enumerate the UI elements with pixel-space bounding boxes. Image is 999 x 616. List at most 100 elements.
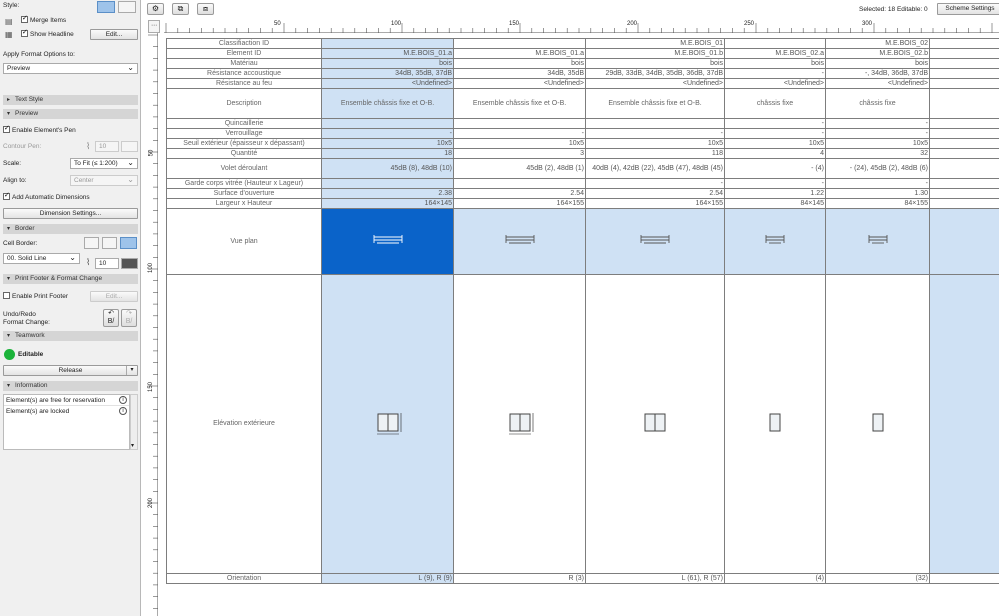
schedule-cell[interactable]: 2.38 [321, 188, 454, 199]
schedule-cell-empty[interactable] [929, 68, 999, 79]
schedule-cell[interactable]: - [585, 178, 725, 189]
schedule-cell[interactable]: 45dB (2), 48dB (1) [453, 158, 586, 179]
style-table-option[interactable] [97, 1, 115, 13]
schedule-cell[interactable]: - [321, 128, 454, 139]
border-pen-field[interactable]: 10 [95, 258, 119, 269]
schedule-row-volet[interactable]: Volet déroulant 45dB (8), 48dB (10) 45dB (… [166, 158, 999, 179]
schedule-cell[interactable] [321, 208, 454, 275]
schedule-cell[interactable] [724, 208, 826, 275]
text-style-section[interactable]: Text Style [3, 95, 138, 105]
border-outer-option[interactable] [102, 237, 117, 249]
schedule-row-quincaillerie[interactable]: Quincaillerie - - [166, 118, 999, 129]
dimension-settings-button[interactable]: Dimension Settings... [3, 208, 138, 219]
schedule-cell[interactable]: 10x5 [724, 138, 826, 149]
schedule-cell[interactable] [825, 274, 930, 574]
schedule-cell[interactable]: - [825, 128, 930, 139]
schedule-cell[interactable]: -, 34dB, 36dB, 37dB [825, 68, 930, 79]
schedule-cell[interactable]: 84×155 [825, 198, 930, 209]
fit-view-button[interactable]: ⧉ [172, 3, 189, 15]
schedule-cell[interactable]: 164×155 [585, 198, 725, 209]
scale-select[interactable]: To Fit (≤ 1:200) [70, 158, 138, 169]
zoom-button[interactable]: ⧈ [197, 3, 214, 15]
schedule-cell[interactable]: 10x5 [585, 138, 725, 149]
schedule-cell[interactable]: 118 [585, 148, 725, 159]
schedule-cell[interactable]: Ensemble châssis fixe et O-B. [453, 88, 586, 119]
headline-edit-button[interactable]: Edit... [90, 29, 138, 40]
release-button[interactable]: Release ▾ [3, 365, 138, 376]
schedule-cell[interactable]: 18 [321, 148, 454, 159]
schedule-cell[interactable] [724, 274, 826, 574]
redo-format-button[interactable]: ↷ B/ [121, 309, 137, 327]
schedule-cell[interactable]: L (61), R (57) [585, 573, 725, 584]
information-section[interactable]: Information [3, 381, 138, 391]
schedule-cell[interactable]: <Undefined> [724, 78, 826, 89]
schedule-cell[interactable] [453, 208, 586, 275]
schedule-cell[interactable]: - [585, 128, 725, 139]
schedule-cell[interactable]: 34dB, 35dB, 37dB [321, 68, 454, 79]
schedule-cell[interactable]: - [724, 118, 826, 129]
schedule-row-seuil[interactable]: Seuil extérieur (épaisseur x dépassant) 1… [166, 138, 999, 149]
info-icon[interactable]: i [119, 407, 127, 415]
schedule-row-description[interactable]: Description Ensemble châssis fixe et O-B.… [166, 88, 999, 119]
schedule-row-verrouillage[interactable]: Verrouillage - - - - - [166, 128, 999, 139]
schedule-cell[interactable]: 10x5 [453, 138, 586, 149]
schedule-cell-empty[interactable] [929, 88, 999, 119]
schedule-cell[interactable]: (4) [724, 573, 826, 584]
line-type-select[interactable]: 00. Solid Line [3, 253, 80, 264]
schedule-cell[interactable]: 84×145 [724, 198, 826, 209]
schedule-cell[interactable]: 3 [453, 148, 586, 159]
schedule-cell-empty[interactable] [929, 38, 999, 49]
teamwork-section[interactable]: Teamwork [3, 331, 138, 341]
schedule-cell[interactable]: L (9), R (9) [321, 573, 454, 584]
schedule-cell[interactable]: châssis fixe [825, 88, 930, 119]
schedule-cell[interactable]: - [453, 128, 586, 139]
scroll-down-icon[interactable]: ▾ [131, 442, 134, 449]
schedule-cell[interactable]: bois [724, 58, 826, 69]
undo-format-button[interactable]: ↶ B/ [103, 309, 119, 327]
schedule-cell[interactable]: bois [585, 58, 725, 69]
schedule-cell[interactable] [321, 118, 454, 129]
schedule-cell[interactable]: Ensemble châssis fixe et O-B. [321, 88, 454, 119]
schedule-cell[interactable]: 40dB (4), 42dB (22), 45dB (47), 48dB (45… [585, 158, 725, 179]
schedule-row-quantite[interactable]: Quantité 18 3 118 4 32 [166, 148, 999, 159]
contour-pen-swatch[interactable] [121, 141, 138, 152]
print-footer-section[interactable]: Print Footer & Format Change [3, 274, 138, 284]
schedule-cell[interactable]: 1.30 [825, 188, 930, 199]
schedule-cell[interactable]: 32 [825, 148, 930, 159]
schedule-cell[interactable]: Ensemble châssis fixe et O-B. [585, 88, 725, 119]
schedule-cell[interactable]: 164×155 [453, 198, 586, 209]
schedule-cell[interactable]: - [724, 68, 826, 79]
schedule-cell[interactable]: 164×145 [321, 198, 454, 209]
schedule-cell[interactable] [724, 38, 826, 49]
enable-print-footer-checkbox[interactable] [3, 292, 10, 299]
schedule-cell[interactable]: bois [453, 58, 586, 69]
schedule-cell-empty[interactable] [929, 158, 999, 179]
schedule-cell[interactable] [321, 274, 454, 574]
schedule-cell[interactable]: 45dB (8), 48dB (10) [321, 158, 454, 179]
schedule-cell[interactable]: M.E.BOIS_01.a [321, 48, 454, 59]
schedule-cell[interactable]: - [724, 178, 826, 189]
ruler-corner[interactable]: ⋯ [148, 20, 160, 33]
schedule-cell[interactable]: M.E.BOIS_02.b [825, 48, 930, 59]
schedule-cell[interactable] [453, 274, 586, 574]
schedule-cell-empty[interactable] [929, 118, 999, 129]
print-footer-edit-button[interactable]: Edit... [90, 291, 138, 302]
schedule-cell[interactable] [321, 38, 454, 49]
schedule-cell[interactable] [453, 38, 586, 49]
schedule-cell[interactable]: M.E.BOIS_02.a [724, 48, 826, 59]
border-section[interactable]: Border [3, 224, 138, 234]
schedule-cell[interactable]: 10x5 [825, 138, 930, 149]
schedule-cell[interactable]: M.E.BOIS_01.a [453, 48, 586, 59]
schedule-cell[interactable]: <Undefined> [585, 78, 725, 89]
schedule-cell[interactable]: 29dB, 33dB, 34dB, 35dB, 36dB, 37dB [585, 68, 725, 79]
schedule-table[interactable]: Classifiaction ID M.E.BOIS_01 M.E.BOIS_02 E… [166, 38, 999, 584]
schedule-cell-empty[interactable] [929, 58, 999, 69]
preview-section[interactable]: Preview [3, 109, 138, 119]
enable-pen-checkbox[interactable] [3, 124, 10, 133]
schedule-cell[interactable]: - [825, 118, 930, 129]
schedule-row-fire[interactable]: Résistance au feu <Undefined> <Undefined> <… [166, 78, 999, 89]
schedule-cell-empty[interactable] [929, 128, 999, 139]
schedule-row-orientation[interactable]: Orientation L (9), R (9) R (3) L (61), R (5… [166, 573, 999, 584]
schedule-row-acoustic[interactable]: Résistance accoustique 34dB, 35dB, 37dB 34… [166, 68, 999, 79]
schedule-cell[interactable]: 1.22 [724, 188, 826, 199]
